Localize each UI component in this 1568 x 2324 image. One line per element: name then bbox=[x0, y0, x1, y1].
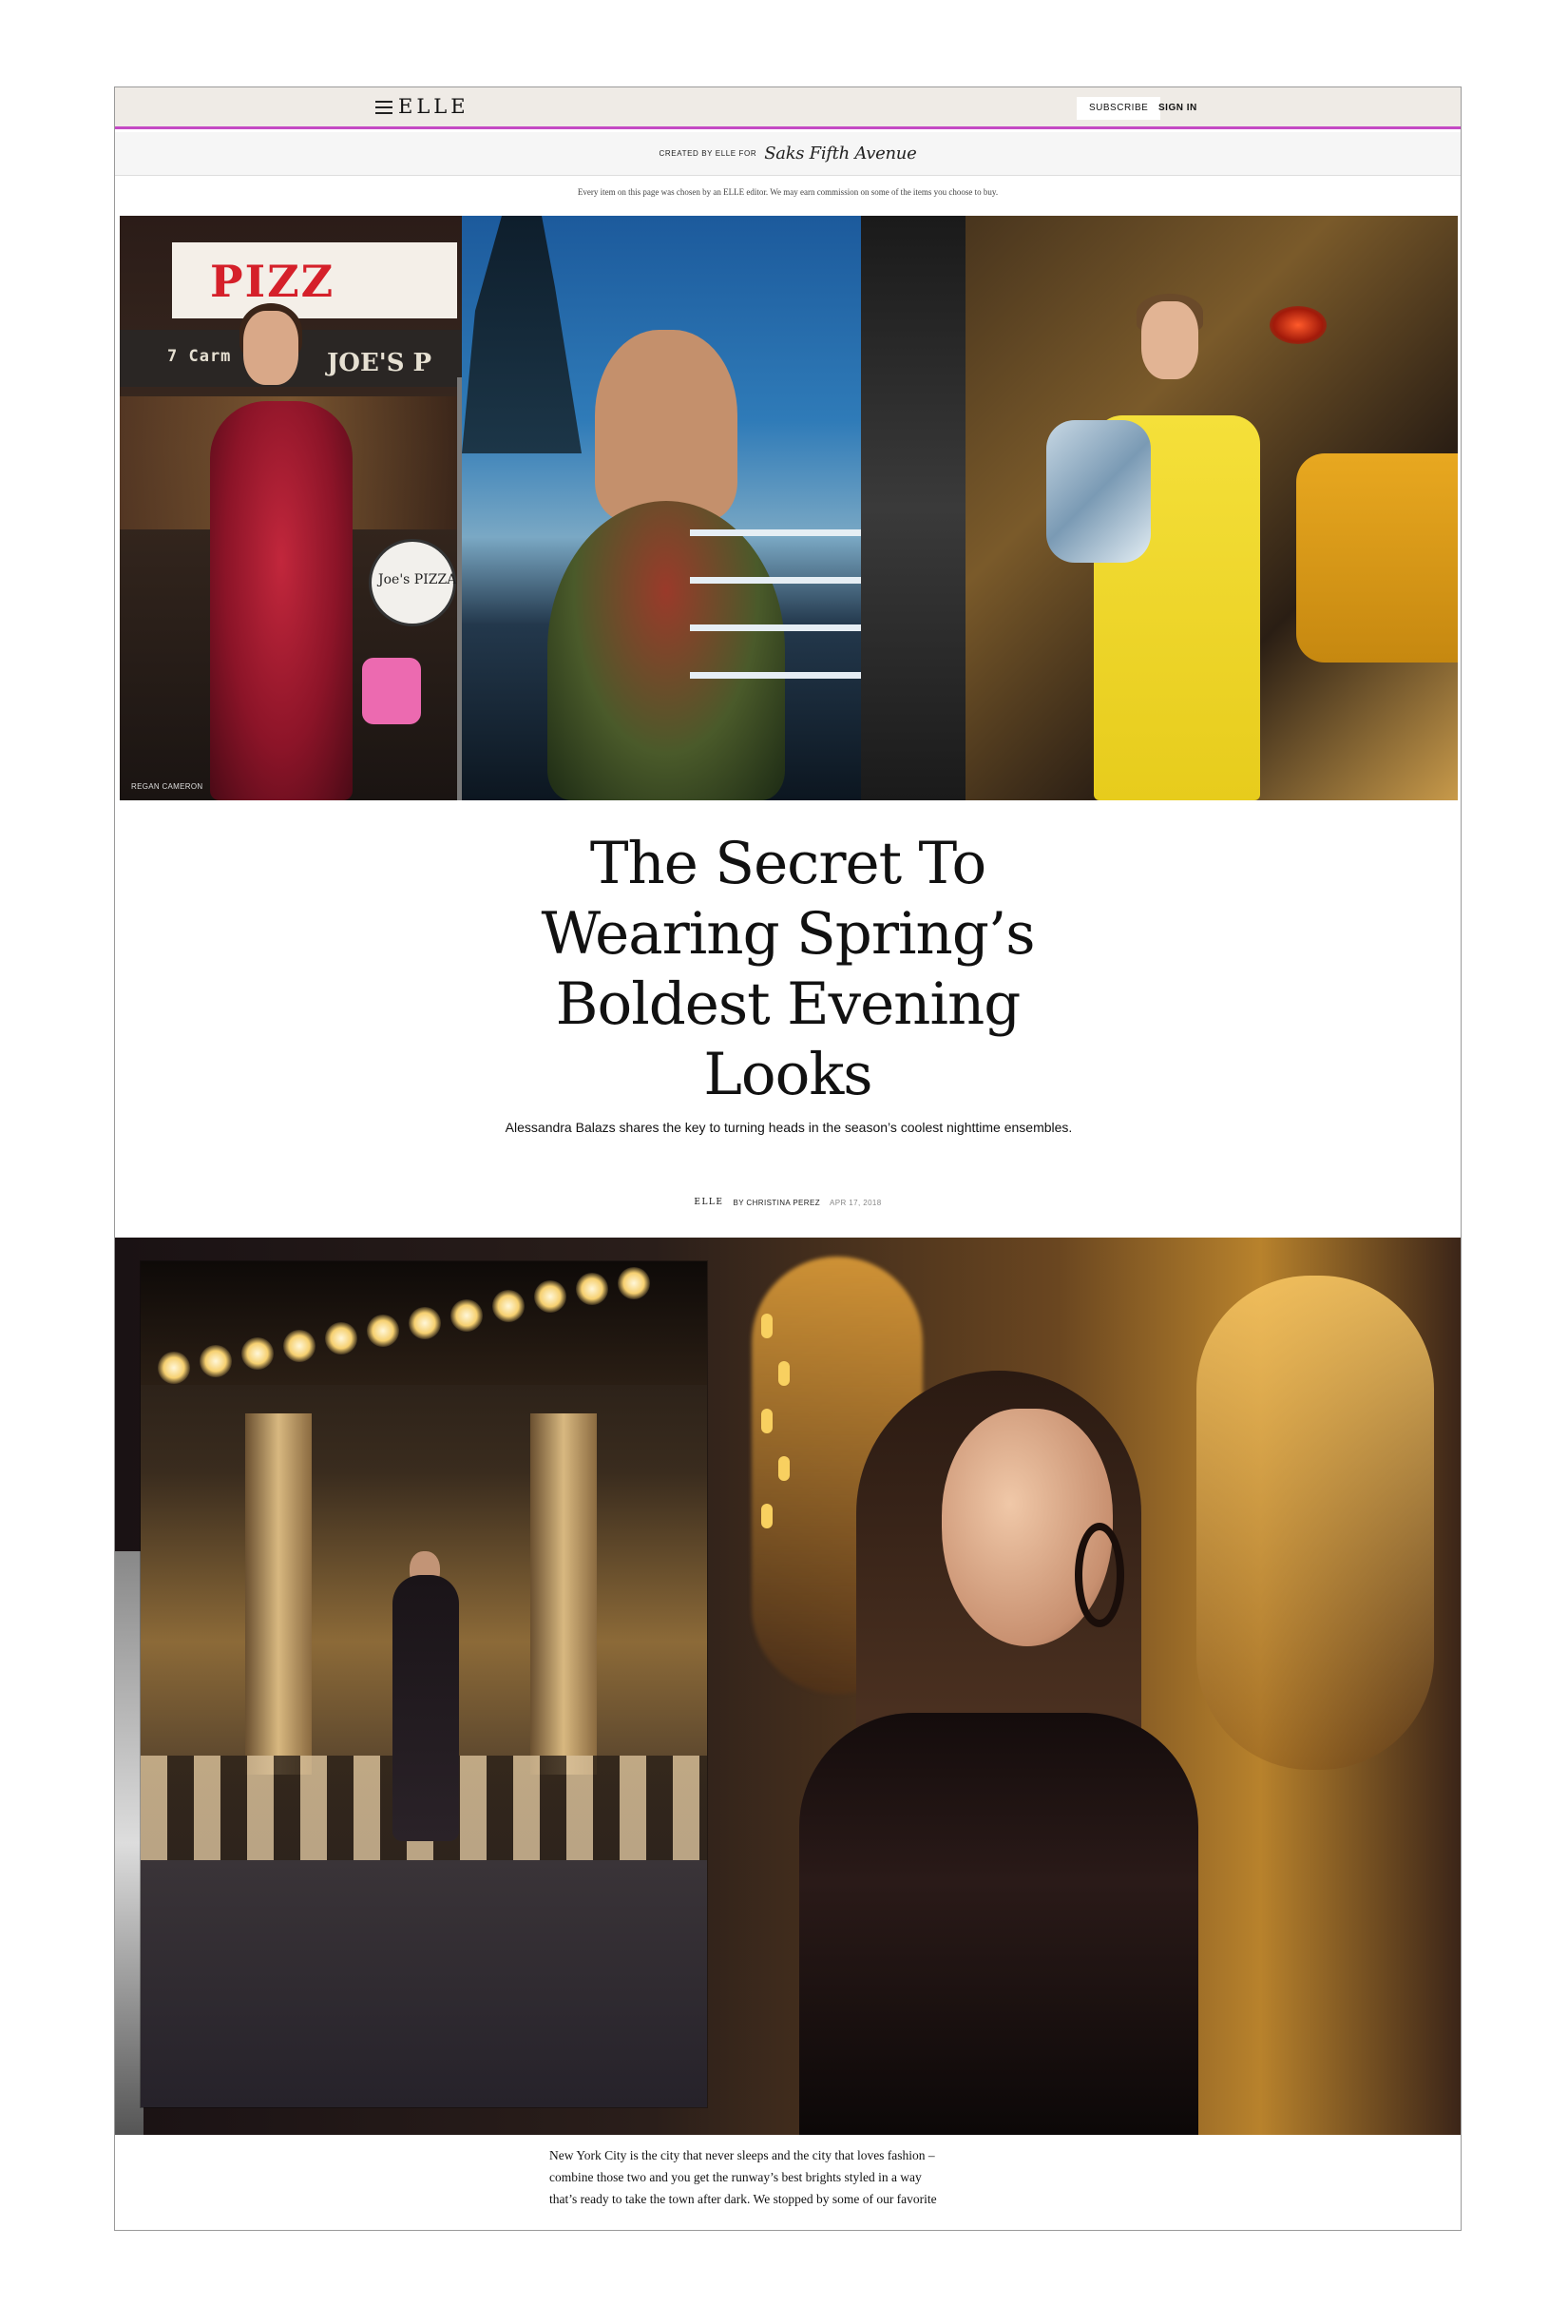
body-line: New York City is the city that never sle… bbox=[549, 2148, 935, 2162]
sponsor-bar: CREATED BY ELLE FOR Saks Fifth Avenue bbox=[115, 132, 1461, 176]
hero-photo-yellow-dress bbox=[861, 216, 1458, 800]
elle-logo[interactable]: ELLE bbox=[398, 95, 469, 118]
hamburger-menu-icon[interactable] bbox=[375, 101, 392, 114]
hero-photo-pizza-shop: PIZZ 7 Carm JOE'S P Joe's PIZZA REGAN CA… bbox=[120, 216, 462, 800]
title-line: Looks bbox=[703, 1041, 872, 1108]
top-nav: ELLE SUBSCRIBE SIGN IN bbox=[115, 87, 1461, 129]
article-body: New York City is the city that never sle… bbox=[549, 2144, 1024, 2210]
byline-publication: ELLE bbox=[694, 1198, 724, 1207]
feature-photo-hotel-entrance bbox=[141, 1261, 707, 2107]
body-line: that’s ready to take the town after dark… bbox=[549, 2192, 937, 2206]
title-line: The Secret To bbox=[589, 830, 986, 897]
byline-author-link[interactable]: BY CHRISTINA PEREZ bbox=[733, 1199, 820, 1207]
byline: ELLE BY CHRISTINA PEREZ APR 17, 2018 bbox=[115, 1198, 1461, 1207]
sponsor-label: CREATED BY ELLE FOR bbox=[659, 149, 757, 158]
article-dek: Alessandra Balazs shares the key to turn… bbox=[505, 1120, 1073, 1135]
sign-in-link[interactable]: SIGN IN bbox=[1158, 97, 1197, 120]
title-line: Wearing Spring’s bbox=[541, 900, 1035, 968]
affiliate-disclaimer: Every item on this page was chosen by an… bbox=[577, 187, 999, 197]
photo-credit: REGAN CAMERON bbox=[131, 782, 203, 791]
feature-photo-portrait bbox=[723, 1238, 1461, 2135]
hero-collage-image: PIZZ 7 Carm JOE'S P Joe's PIZZA REGAN CA… bbox=[120, 216, 1458, 800]
byline-date: APR 17, 2018 bbox=[830, 1198, 882, 1207]
subscribe-button[interactable]: SUBSCRIBE bbox=[1077, 97, 1161, 120]
article-title: The Secret To Wearing Spring’s Boldest E… bbox=[115, 829, 1461, 1110]
body-line: combine those two and you get the runway… bbox=[549, 2170, 922, 2184]
feature-image bbox=[115, 1238, 1461, 2135]
saks-fifth-avenue-logo[interactable]: Saks Fifth Avenue bbox=[764, 144, 917, 163]
page-frame: ELLE SUBSCRIBE SIGN IN CREATED BY ELLE F… bbox=[114, 86, 1462, 2231]
title-line: Boldest Evening bbox=[555, 970, 1022, 1038]
hero-photo-statue-of-liberty bbox=[462, 216, 861, 800]
